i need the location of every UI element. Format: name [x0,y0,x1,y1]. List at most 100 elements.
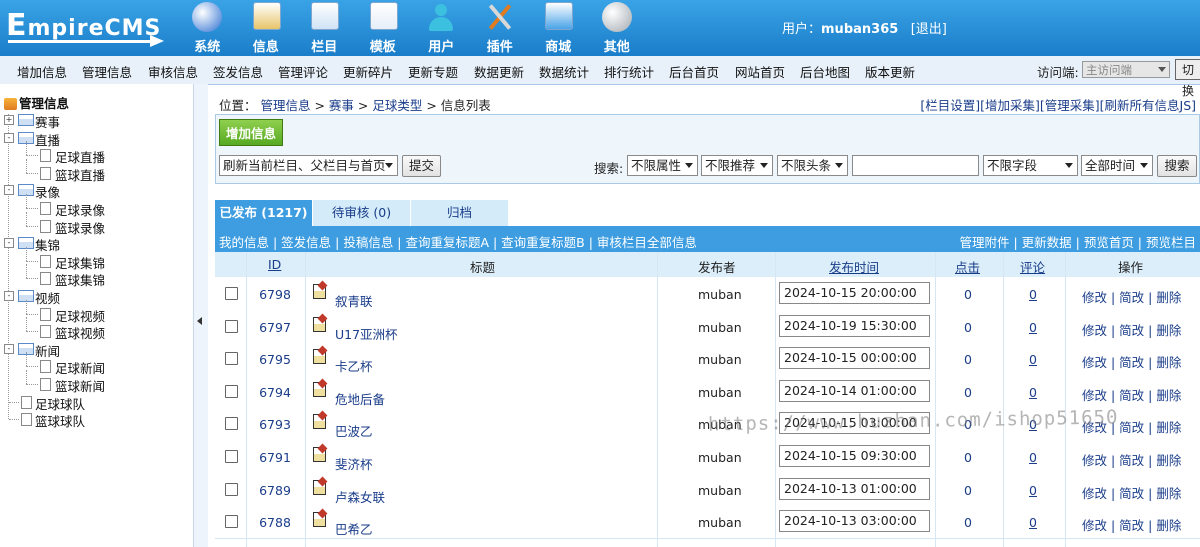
tree-item[interactable]: 篮球集锦 [55,270,105,289]
tree-item[interactable]: 篮球直播 [55,165,105,184]
top-link[interactable]: [增加采集] [980,98,1040,113]
tree-item[interactable]: 足球视频 [55,306,105,325]
header-id[interactable]: ID [268,257,281,272]
tree-item[interactable]: 赛事 [35,112,60,131]
row-title[interactable]: 巴波乙 [335,421,373,440]
tree-toggle-icon[interactable]: - [4,291,14,301]
breadcrumb-link[interactable]: 足球类型 [372,98,422,113]
menu-item-3[interactable]: 签发信息 [213,62,263,81]
tree-item[interactable]: 集锦 [35,235,60,254]
tree-item[interactable]: 足球集锦 [55,253,105,272]
row-checkbox[interactable] [225,352,238,366]
row-hits[interactable]: 0 [960,352,976,367]
row-hits[interactable]: 0 [960,450,976,465]
menu-item-7[interactable]: 数据更新 [474,62,524,81]
row-checkbox[interactable] [225,319,238,333]
row-actions[interactable]: 修改 | 简改 | 删除 [1082,287,1181,306]
row-publish-time-input[interactable]: 2024-10-15 00:00:00 [779,347,930,370]
edit-document-icon[interactable] [313,316,326,332]
row-id[interactable]: 6791 [255,450,295,465]
tab-2[interactable]: 归档 [411,200,508,226]
nav-item-0[interactable]: 系统 [178,0,237,56]
row-actions[interactable]: 修改 | 简改 | 删除 [1082,483,1181,502]
row-comments[interactable]: 0 [1025,515,1041,530]
row-id[interactable]: 6788 [255,515,295,530]
row-hits[interactable]: 0 [960,515,976,530]
top-link[interactable]: [刷新所有信息JS] [1100,98,1196,113]
tree-item[interactable]: 篮球录像 [55,218,105,237]
logout-link[interactable]: [退出] [911,22,947,37]
nav-item-5[interactable]: 插件 [471,0,530,56]
tree-toggle-icon[interactable]: - [4,343,14,354]
row-publish-time-input[interactable]: 2024-10-19 15:30:00 [779,314,930,337]
row-publish-time-input[interactable]: 2024-10-15 09:30:00 [779,445,930,467]
row-checkbox[interactable] [225,287,238,300]
tree-item[interactable]: 直播 [35,130,60,149]
row-comments[interactable]: 0 [1025,352,1041,367]
row-title[interactable]: 斐济杯 [335,454,373,473]
switch-button[interactable]: 切换 [1175,59,1200,98]
menu-item-13[interactable]: 版本更新 [865,62,915,81]
menu-item-10[interactable]: 后台首页 [669,62,719,81]
tree-item[interactable]: 足球录像 [55,200,105,219]
menu-item-11[interactable]: 网站首页 [735,62,785,81]
header-hits[interactable]: 点击 [955,257,980,276]
tree-toggle-icon[interactable]: - [4,238,14,249]
row-title[interactable]: 卢森女联 [335,487,385,506]
edit-document-icon[interactable] [313,479,326,495]
nav-item-7[interactable]: 其他 [588,0,647,56]
row-title[interactable]: 巴希乙 [335,519,373,538]
menu-item-8[interactable]: 数据统计 [539,62,589,81]
row-actions[interactable]: 修改 | 简改 | 删除 [1082,352,1181,371]
tree-item[interactable]: 篮球球队 [35,411,85,430]
tree-item[interactable]: 足球直播 [55,147,105,166]
menu-item-2[interactable]: 审核信息 [148,62,198,81]
tree-item[interactable]: 足球新闻 [55,358,105,377]
row-id[interactable]: 6793 [255,417,295,432]
row-publish-time-input[interactable]: 2024-10-15 20:00:00 [779,282,930,304]
row-comments[interactable]: 0 [1025,450,1041,465]
menu-item-4[interactable]: 管理评论 [278,62,328,81]
top-link[interactable]: [栏目设置] [920,98,980,113]
tab-0[interactable]: 已发布 (1217) [215,200,312,226]
row-checkbox[interactable] [225,450,238,463]
row-id[interactable]: 6798 [255,287,295,302]
visit-endpoint-select[interactable]: 主访问端 [1082,61,1170,78]
nav-item-6[interactable]: 商城 [529,0,588,56]
tree-root[interactable]: 管理信息 [4,93,69,112]
filter-select-2[interactable]: 不限头条 [777,155,848,176]
row-id[interactable]: 6797 [255,320,295,335]
row-comments[interactable]: 0 [1025,483,1041,498]
right-action-links[interactable]: 管理附件 | 更新数据 | 预览首页 | 预览栏目 [960,232,1196,251]
row-hits[interactable]: 0 [960,287,976,302]
row-comments[interactable]: 0 [1025,385,1041,400]
row-publish-time-input[interactable]: 2024-10-14 01:00:00 [779,379,930,402]
nav-item-1[interactable]: 信息 [237,0,296,56]
header-publish-time[interactable]: 发布时间 [829,257,879,276]
row-hits[interactable]: 0 [960,385,976,400]
row-id[interactable]: 6789 [255,483,295,498]
row-title[interactable]: 卡乙杯 [335,356,373,375]
row-title[interactable]: 危地后备 [335,389,385,408]
tree-item[interactable]: 篮球视频 [55,323,105,342]
nav-item-2[interactable]: 栏目 [295,0,354,56]
row-actions[interactable]: 修改 | 简改 | 删除 [1082,515,1181,534]
row-checkbox[interactable] [225,482,238,496]
row-actions[interactable]: 修改 | 简改 | 删除 [1082,385,1181,404]
breadcrumb-link[interactable]: 赛事 [329,98,354,113]
add-info-button[interactable]: 增加信息 [219,119,283,146]
nav-item-3[interactable]: 模板 [354,0,413,56]
row-comments[interactable]: 0 [1025,287,1041,302]
tree-toggle-icon[interactable]: + [4,115,14,125]
sidebar-splitter[interactable] [193,84,208,547]
menu-item-0[interactable]: 增加信息 [17,62,67,81]
nav-item-4[interactable]: 用户 [412,0,471,56]
edit-document-icon[interactable] [313,284,326,299]
row-title[interactable]: 叙青联 [335,291,373,310]
row-title[interactable]: U17亚洲杯 [335,324,398,343]
row-id[interactable]: 6795 [255,352,295,367]
edit-document-icon[interactable] [313,414,326,430]
tree-toggle-icon[interactable]: - [4,132,14,143]
header-comments[interactable]: 评论 [1020,257,1045,276]
row-hits[interactable]: 0 [960,483,976,498]
